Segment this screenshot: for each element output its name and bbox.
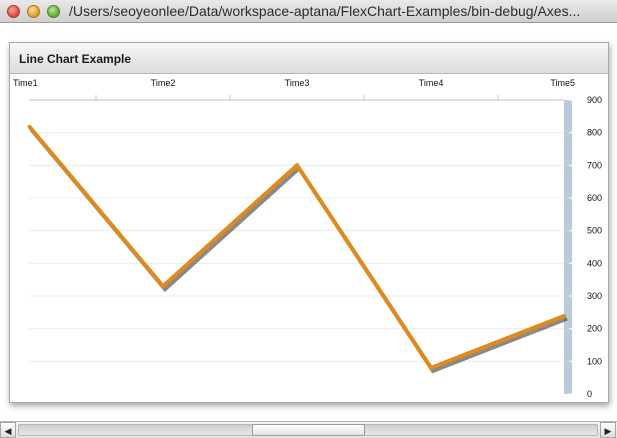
content-area: Line Chart Example 0 100 200 300 400 500 600 70…	[0, 23, 617, 421]
data-point	[161, 285, 165, 288]
x-tick-label: Time2	[151, 78, 176, 88]
scroll-right-button[interactable]: ▶	[600, 422, 616, 438]
scroll-left-button[interactable]: ◀	[0, 422, 16, 438]
data-point	[429, 366, 433, 370]
zoom-window-button[interactable]	[47, 5, 60, 18]
data-point	[563, 314, 567, 317]
y-tick-label: 700	[587, 160, 602, 170]
window-title: /Users/seoyeonlee/Data/workspace-aptana/…	[69, 3, 581, 19]
y-tick-label: 0	[587, 389, 592, 399]
scroll-thumb[interactable]	[252, 424, 365, 436]
line-chart: 0 100 200 300 400 500 600 700 800 900 Time1 Time2 Ti…	[13, 78, 602, 399]
data-point	[295, 164, 299, 167]
y-tick-label: 100	[587, 356, 602, 366]
y-tick-label: 300	[587, 291, 602, 301]
series-line	[27, 124, 566, 371]
x-tick-label: Time4	[419, 78, 444, 88]
chart-panel: Line Chart Example 0 100 200 300 400 500 600 70…	[9, 42, 609, 403]
x-tick-label: Time1	[13, 78, 38, 88]
close-window-button[interactable]	[7, 5, 20, 18]
y-axis-bar	[564, 100, 572, 394]
y-tick-label: 600	[587, 193, 602, 203]
y-tick-label: 800	[587, 128, 602, 138]
minimize-window-button[interactable]	[27, 5, 40, 18]
y-tick-label: 900	[587, 95, 602, 105]
y-tick-label: 400	[587, 258, 602, 268]
y-tick-label: 200	[587, 324, 602, 334]
x-tick-label: Time5	[550, 78, 575, 88]
y-tick-label: 500	[587, 226, 602, 236]
x-tick-label: Time3	[285, 78, 310, 88]
data-point	[27, 124, 31, 128]
horizontal-scrollbar[interactable]: ◀ ▶	[0, 421, 617, 438]
window-titlebar: /Users/seoyeonlee/Data/workspace-aptana/…	[0, 0, 617, 23]
